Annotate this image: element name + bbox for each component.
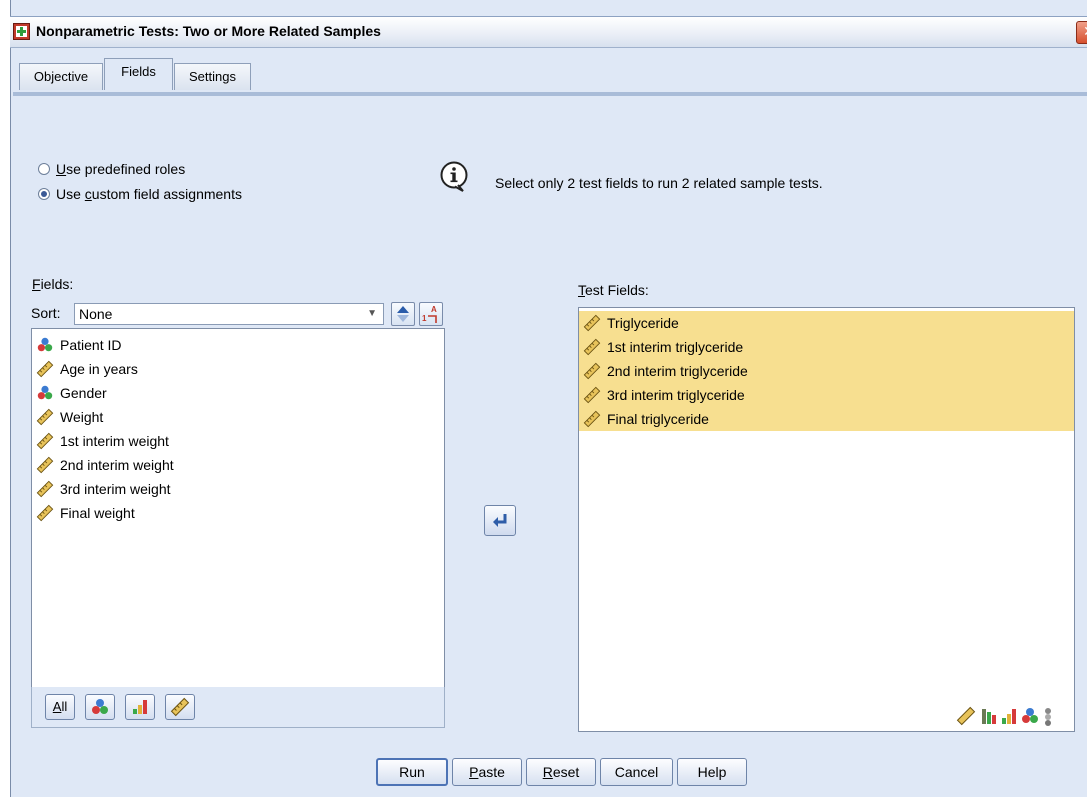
svg-text:1: 1 [422,314,427,323]
scale-icon [36,504,54,522]
scale-icon [583,314,601,332]
sort-alpha-button[interactable]: A 1 [419,302,443,326]
list-item[interactable]: Gender [32,381,444,405]
app-icon [13,23,30,40]
filter-all-rest: ll [61,699,68,714]
nominal-icon [37,337,53,352]
tab-fields[interactable]: Fields [104,58,173,90]
scale-icon [36,456,54,474]
list-item-label: Patient ID [60,337,122,353]
use-predefined-roles-option[interactable]: Use predefined roles [38,161,185,177]
dialog-window: Nonparametric Tests: Two or More Related… [0,0,1087,797]
list-item-label: 2nd interim weight [60,457,174,473]
scale-icon [583,338,601,356]
list-item[interactable]: Age in years [32,357,444,381]
list-item[interactable]: Final triglyceride [579,407,1074,431]
radio-custom[interactable] [38,188,50,200]
tab-label: Objective [33,69,89,84]
scale-icon [170,697,190,717]
list-item-label: 3rd interim triglyceride [607,387,745,403]
svg-text:A: A [431,305,437,314]
filter-scale-button[interactable] [165,694,195,720]
move-left-button[interactable] [484,505,516,536]
list-item[interactable]: Triglyceride [579,311,1074,335]
list-item[interactable]: 2nd interim triglyceride [579,359,1074,383]
scale-icon [583,362,601,380]
sort-label: Sort: [31,305,61,321]
filter-ordinal-button[interactable] [125,694,155,720]
list-item[interactable]: 2nd interim weight [32,453,444,477]
help-label: Help [697,764,727,780]
fields-label: Fields: [32,276,74,292]
sort-row: Sort: None ▼ A 1 [31,302,445,326]
scale-icon [36,360,54,378]
ordinal-icon [133,700,147,714]
list-item-label: Triglyceride [607,315,679,331]
list-item-label: Gender [60,385,107,401]
list-item-label: 3rd interim weight [60,481,171,497]
tab-label: Fields [121,64,156,79]
list-item[interactable]: 1st interim weight [32,429,444,453]
info-message: Select only 2 test fields to run 2 relat… [495,175,823,191]
tab-objective[interactable]: Objective [19,63,103,90]
filter-all-button[interactable]: All [45,694,75,720]
test-fields-label: Test Fields: [578,282,649,298]
window-title: Nonparametric Tests: Two or More Related… [36,23,381,39]
run-label: Run [399,764,425,780]
list-item-label: Final triglyceride [607,411,709,427]
list-item[interactable]: Final weight [32,501,444,525]
list-item-label: 1st interim weight [60,433,169,449]
radio-custom-label: Use custom field assignments [56,186,242,202]
sort-value: None [79,306,113,322]
list-item-label: 1st interim triglyceride [607,339,744,355]
filter-toolbar: All [31,687,445,728]
scale-icon [583,410,601,428]
measurement-level-icons [956,706,1051,726]
sort-order-icon [397,306,409,322]
test-fields-list[interactable]: Triglyceride 1st interim triglyceride 2nd … [578,307,1075,732]
list-item[interactable]: 1st interim triglyceride [579,335,1074,359]
close-icon: ✕ [1083,24,1087,40]
fields-tab-content: Use predefined roles Use custom field as… [13,96,1087,797]
list-item-label: Final weight [60,505,135,521]
cancel-button[interactable]: Cancel [600,758,673,786]
nominal-icon [37,385,53,400]
close-button[interactable]: ✕ [1076,21,1087,44]
paste-button[interactable]: Paste [452,758,522,786]
filter-nominal-button[interactable] [85,694,115,720]
list-item[interactable]: 3rd interim triglyceride [579,383,1074,407]
cancel-label: Cancel [614,764,659,780]
scale-icon [36,408,54,426]
tab-strip: Objective Fields Settings [13,56,1087,96]
help-button[interactable]: Help [677,758,747,786]
use-custom-assignments-option[interactable]: Use custom field assignments [38,186,242,202]
reset-button[interactable]: Reset [526,758,596,786]
chevron-down-icon: ▼ [367,308,377,319]
scale-icon [36,480,54,498]
tab-label: Settings [189,69,236,84]
radio-predefined[interactable] [38,163,50,175]
sort-alpha-icon: A 1 [422,305,437,323]
list-item[interactable]: Weight [32,405,444,429]
sort-dropdown[interactable]: None ▼ [74,303,384,325]
info-icon [440,161,468,192]
tab-settings[interactable]: Settings [174,63,251,90]
title-bar[interactable]: Nonparametric Tests: Two or More Related… [10,16,1087,48]
fields-list[interactable]: Patient ID Age in years Gender Weight 1st in… [31,328,445,688]
arrow-left-icon [493,514,507,527]
radio-predefined-label: Use predefined roles [56,161,186,177]
list-item-label: 2nd interim triglyceride [607,363,748,379]
scale-icon [583,386,601,404]
list-item-label: Age in years [60,361,138,377]
sort-order-button[interactable] [391,302,415,326]
list-item-label: Weight [60,409,104,425]
run-button[interactable]: Run [376,758,448,786]
list-item[interactable]: 3rd interim weight [32,477,444,501]
nominal-icon [92,699,108,714]
scale-icon [36,432,54,450]
list-item[interactable]: Patient ID [32,333,444,357]
